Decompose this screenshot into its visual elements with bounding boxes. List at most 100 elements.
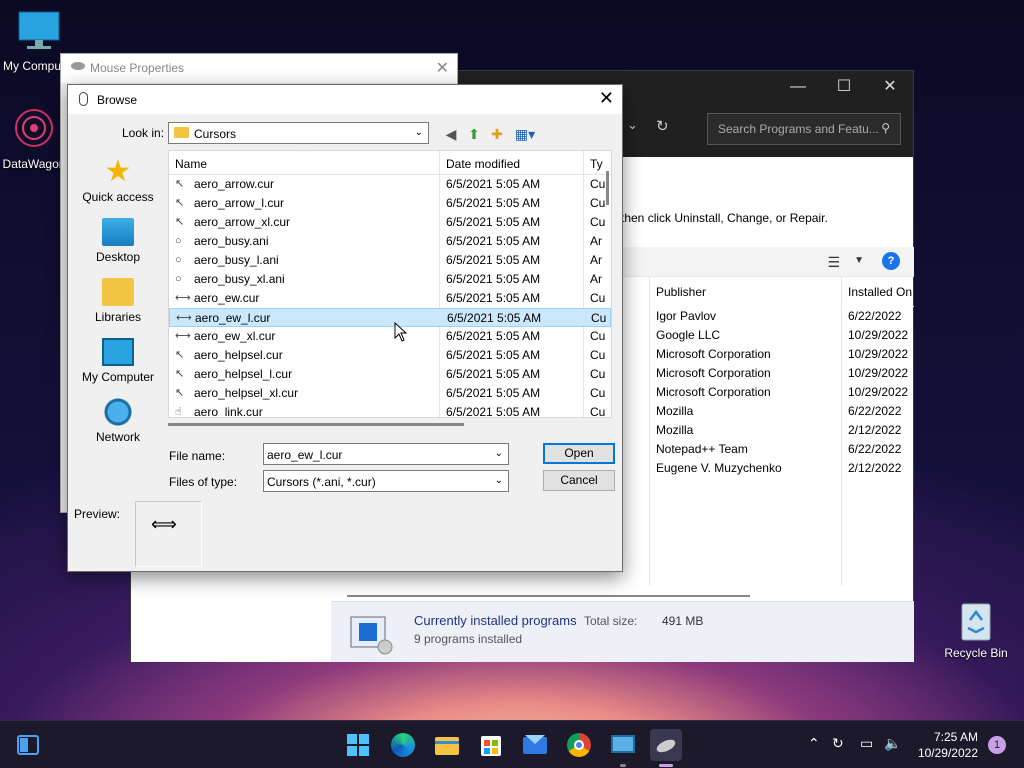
open-button[interactable]: Open bbox=[543, 443, 615, 464]
taskbar: ⌃ ↻ ▭ 🔈 7:25 AM 10/29/2022 1 bbox=[0, 720, 1024, 768]
control-panel-icon[interactable] bbox=[607, 729, 639, 767]
new-folder-icon[interactable]: ✚ bbox=[487, 124, 507, 144]
chevron-down-icon[interactable]: ⌄ bbox=[495, 448, 503, 459]
look-in-label: Look in: bbox=[122, 126, 165, 140]
place-label: Desktop bbox=[95, 250, 141, 264]
place-my-computer[interactable]: My Computer bbox=[72, 338, 164, 384]
file-row[interactable]: ⟷ aero_ew_l.cur 6/5/2021 5:05 AM Cu bbox=[169, 308, 611, 327]
chevron-down-icon[interactable]: ⌄ bbox=[627, 117, 638, 133]
place-network[interactable]: Network bbox=[72, 398, 164, 444]
file-date: 6/5/2021 5:05 AM bbox=[446, 215, 541, 229]
file-row[interactable]: ⟷ aero_ew_xl.cur 6/5/2021 5:05 AM Cu bbox=[169, 327, 611, 346]
column-type[interactable]: Ty bbox=[590, 157, 603, 171]
mail-icon[interactable] bbox=[519, 729, 551, 761]
volume-icon[interactable]: 🔈 bbox=[884, 735, 901, 752]
installed-on-cell: 10/29/2022 bbox=[848, 328, 909, 342]
file-list[interactable]: Name ⌃ Date modified Ty ↖ aero_arrow.cur 6… bbox=[168, 150, 612, 418]
file-type: Ar bbox=[590, 272, 602, 286]
column-date-modified[interactable]: Date modified bbox=[446, 157, 520, 171]
mouse-properties-taskbar-icon[interactable] bbox=[650, 729, 682, 767]
file-name: aero_helpsel_xl.cur bbox=[194, 386, 299, 400]
view-menu-icon[interactable]: ▦▾ bbox=[512, 124, 538, 144]
file-type: Cu bbox=[590, 196, 606, 210]
store-icon[interactable] bbox=[475, 729, 507, 761]
installed-on-cell: 6/22/2022 bbox=[848, 309, 902, 323]
resize-ew-icon: ⟷ bbox=[176, 312, 192, 324]
close-button[interactable]: ✕ bbox=[436, 58, 449, 78]
close-button[interactable]: ✕ bbox=[599, 88, 614, 109]
clock[interactable]: 7:25 AM 10/29/2022 bbox=[918, 729, 978, 761]
place-quick-access[interactable]: ★ Quick access bbox=[72, 157, 164, 205]
chevron-down-icon: ⌄ bbox=[414, 127, 423, 138]
start-icon[interactable] bbox=[342, 729, 374, 761]
table-row[interactable]: Igor Pavlov 6/22/2022 bbox=[650, 307, 914, 326]
file-explorer-icon[interactable] bbox=[431, 729, 463, 761]
datawagon-logo-icon bbox=[15, 109, 53, 147]
horizontal-scrollbar[interactable] bbox=[168, 423, 464, 426]
file-row[interactable]: ↖ aero_arrow_xl.cur 6/5/2021 5:05 AM Cu bbox=[169, 213, 611, 232]
file-name-input[interactable]: aero_ew_l.cur ⌄ bbox=[263, 443, 509, 465]
file-row[interactable]: ○ aero_busy_xl.ani 6/5/2021 5:05 AM Ar bbox=[169, 270, 611, 289]
publisher-cell: Google LLC bbox=[656, 328, 721, 342]
refresh-icon[interactable]: ↻ bbox=[656, 117, 669, 135]
file-row[interactable]: ↖ aero_helpsel_l.cur 6/5/2021 5:05 AM Cu bbox=[169, 365, 611, 384]
file-row[interactable]: ○ aero_busy.ani 6/5/2021 5:05 AM Ar bbox=[169, 232, 611, 251]
search-input[interactable]: Search Programs and Featu... ⚲ bbox=[707, 113, 901, 145]
look-in-select[interactable]: Cursors ⌄ bbox=[168, 122, 429, 144]
widgets-icon[interactable] bbox=[12, 729, 44, 761]
table-row[interactable]: Notepad++ Team 6/22/2022 bbox=[650, 440, 914, 459]
file-row[interactable]: ↖ aero_helpsel_xl.cur 6/5/2021 5:05 AM Cu bbox=[169, 384, 611, 403]
table-row[interactable]: Microsoft Corporation 10/29/2022 bbox=[650, 364, 914, 383]
table-row[interactable]: Eugene V. Muzychenko 2/12/2022 bbox=[650, 459, 914, 478]
file-row[interactable]: ⟷ aero_ew.cur 6/5/2021 5:05 AM Cu bbox=[169, 289, 611, 308]
installed-on-cell: 6/22/2022 bbox=[848, 404, 902, 418]
file-name-label: File name: bbox=[169, 449, 226, 463]
back-icon[interactable]: ◀ bbox=[441, 124, 461, 144]
minimize-button[interactable]: — bbox=[775, 71, 821, 103]
up-folder-icon[interactable]: ⬆ bbox=[464, 124, 484, 144]
desktop-icon-recycle-bin[interactable]: Recycle Bin bbox=[940, 598, 1012, 660]
help-icon[interactable]: ? bbox=[882, 252, 900, 270]
maximize-button[interactable]: ☐ bbox=[821, 71, 867, 103]
file-name: aero_busy_xl.ani bbox=[194, 272, 285, 286]
table-row[interactable]: Mozilla 2/12/2022 bbox=[650, 421, 914, 440]
file-type: Ar bbox=[590, 253, 602, 267]
file-type: Cu bbox=[590, 215, 606, 229]
file-row[interactable]: ○ aero_busy_l.ani 6/5/2021 5:05 AM Ar bbox=[169, 251, 611, 270]
desktop-icon bbox=[102, 218, 134, 246]
column-installed-on[interactable]: Installed On bbox=[848, 277, 912, 307]
file-type: Cu bbox=[590, 348, 606, 362]
view-list-icon[interactable]: ☰ bbox=[827, 254, 840, 271]
file-type-select[interactable]: Cursors (*.ani, *.cur) ⌄ bbox=[263, 470, 509, 492]
horizontal-scrollbar[interactable] bbox=[347, 595, 750, 597]
vertical-scrollbar[interactable] bbox=[606, 171, 609, 205]
file-row[interactable]: ☝ aero_link.cur 6/5/2021 5:05 AM Cu bbox=[169, 403, 611, 418]
file-date: 6/5/2021 5:05 AM bbox=[446, 405, 541, 418]
window-title: Mouse Properties bbox=[90, 61, 185, 75]
table-row[interactable]: Microsoft Corporation 10/29/2022 bbox=[650, 383, 914, 402]
file-name: aero_arrow.cur bbox=[194, 177, 275, 191]
file-row[interactable]: ↖ aero_arrow_l.cur 6/5/2021 5:05 AM Cu bbox=[169, 194, 611, 213]
notification-badge[interactable]: 1 bbox=[988, 736, 1006, 754]
place-libraries[interactable]: Libraries bbox=[72, 278, 164, 324]
column-name[interactable]: Name bbox=[175, 157, 207, 171]
close-button[interactable]: ✕ bbox=[867, 71, 913, 103]
sync-alert-icon[interactable]: ↻ bbox=[832, 735, 844, 752]
arrow-cursor-icon: ↖ bbox=[175, 178, 185, 190]
chevron-up-icon[interactable]: ⌃ bbox=[808, 735, 820, 752]
table-row[interactable]: Microsoft Corporation 10/29/2022 bbox=[650, 345, 914, 364]
table-row[interactable]: Google LLC 10/29/2022 bbox=[650, 326, 914, 345]
cancel-button[interactable]: Cancel bbox=[543, 470, 615, 491]
chevron-down-icon[interactable]: ▼ bbox=[854, 255, 864, 266]
file-date: 6/5/2021 5:05 AM bbox=[446, 196, 541, 210]
network-icon[interactable]: ▭ bbox=[860, 735, 873, 752]
file-row[interactable]: ↖ aero_arrow.cur 6/5/2021 5:05 AM Cu bbox=[169, 175, 611, 194]
chrome-icon[interactable] bbox=[563, 729, 595, 761]
file-type: Cu bbox=[591, 311, 607, 325]
edge-icon[interactable] bbox=[387, 729, 419, 761]
table-row[interactable]: Mozilla 6/22/2022 bbox=[650, 402, 914, 421]
column-publisher[interactable]: Publisher bbox=[656, 277, 706, 307]
place-desktop[interactable]: Desktop bbox=[72, 218, 164, 264]
programs-table: Publisher Installed On Igor Pavlov 6/22/2… bbox=[650, 277, 914, 586]
file-row[interactable]: ↖ aero_helpsel.cur 6/5/2021 5:05 AM Cu bbox=[169, 346, 611, 365]
